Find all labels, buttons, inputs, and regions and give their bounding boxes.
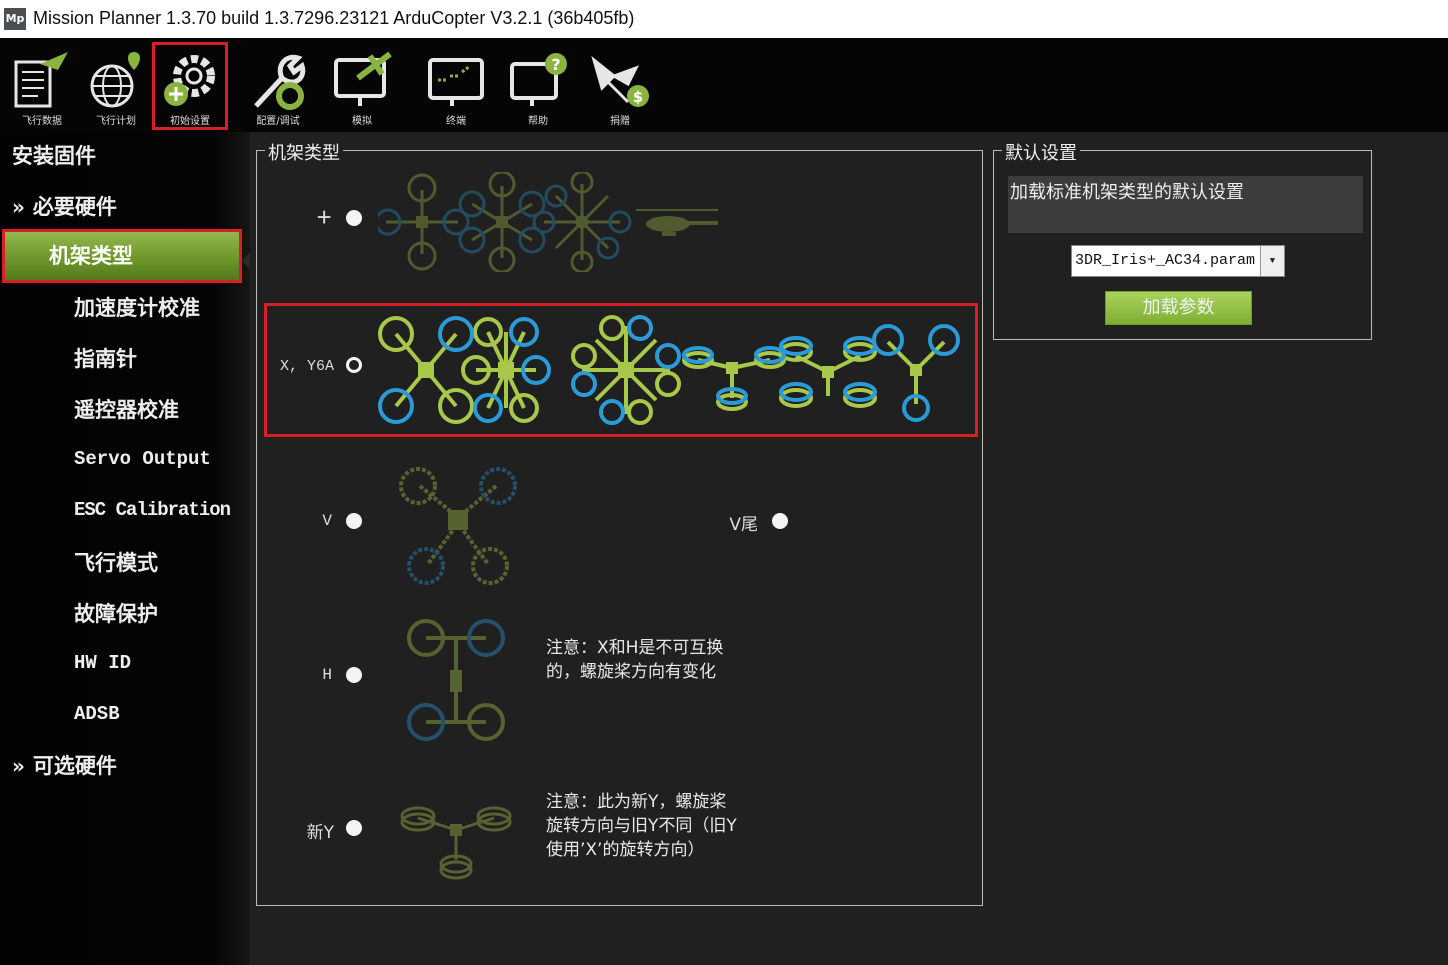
sidebar-item-label: 加速度计校准 — [74, 296, 200, 320]
toolbar-label: 模拟 — [352, 116, 372, 127]
sidebar-item-adsb[interactable]: ADSB — [0, 703, 248, 725]
toolbar-label: 终端 — [446, 116, 466, 127]
toolbar-terminal-button[interactable]: 终端 — [418, 42, 494, 130]
frame-radio-plus[interactable] — [346, 210, 362, 226]
sidebar-item-failsafe[interactable]: 故障保护 — [0, 598, 248, 628]
frame-radio-new-y[interactable] — [346, 820, 362, 836]
frame-type-group-title: 机架类型 — [265, 139, 343, 165]
donate-icon: $ — [591, 55, 649, 107]
new-y-frame-image — [400, 806, 512, 880]
sidebar-item-label: 机架类型 — [49, 244, 133, 268]
frame-option-label: + — [316, 204, 332, 234]
sidebar-item-label: 必要硬件 — [32, 195, 117, 219]
param-file-select[interactable]: 3DR_Iris+_AC34.param ▼ — [1071, 245, 1285, 277]
sidebar-item-label: 指南针 — [74, 347, 137, 371]
load-params-button[interactable]: 加载参数 — [1105, 291, 1252, 325]
sidebar-item-label: HW ID — [74, 652, 132, 674]
title-bar: Mp Mission Planner 1.3.70 build 1.3.7296… — [0, 0, 1448, 38]
toolbar-label: 初始设置 — [170, 116, 210, 127]
frame-type-page: 机架类型 + X, Y6A V V尾 H 注意：X和H是不可互换 的，螺旋桨方向… — [250, 132, 1448, 965]
svg-text:?: ? — [551, 55, 560, 74]
sidebar-item-esc-calibration[interactable]: ESC Calibration — [0, 499, 248, 521]
frame-option-label: X, Y6A — [279, 358, 334, 375]
param-file-select-value: 3DR_Iris+_AC34.param — [1075, 252, 1256, 269]
dropdown-arrow-icon[interactable]: ▼ — [1260, 246, 1284, 276]
setup-sidebar: 安装固件 » 必要硬件 机架类型 加速度计校准 指南针 遥控器校准 Servo O… — [0, 132, 250, 965]
sidebar-item-label: 可选硬件 — [32, 754, 117, 778]
svg-text:$: $ — [633, 88, 643, 106]
frame-radio-v[interactable] — [346, 513, 362, 529]
sidebar-item-flight-modes[interactable]: 飞行模式 — [0, 547, 248, 577]
sidebar-item-hw-id[interactable]: HW ID — [0, 652, 248, 674]
sidebar-item-label: 遥控器校准 — [74, 398, 179, 422]
config-tuning-icon — [254, 54, 306, 110]
toolbar-flight-plan-button[interactable]: 飞行计划 — [78, 42, 154, 130]
expand-arrow-icon: » — [12, 754, 25, 778]
v-frame-image — [399, 467, 517, 585]
simulation-icon — [334, 51, 392, 106]
frame-radio-x-y6a[interactable] — [346, 357, 362, 373]
sidebar-item-label: Servo Output — [74, 448, 211, 470]
note-line: 注意：X和H是不可互换 — [546, 638, 724, 658]
flight-plan-icon — [90, 52, 140, 108]
toolbar-flight-data-button[interactable]: 飞行数据 — [4, 42, 80, 130]
frame-radio-v-tail[interactable] — [772, 513, 788, 529]
toolbar-config-tuning-button[interactable]: 配置/调试 — [240, 42, 316, 130]
frame-option-label: V — [322, 512, 332, 530]
frame-option-label: V尾 — [729, 515, 758, 535]
frame-radio-h[interactable] — [346, 667, 362, 683]
selection-pointer-icon — [242, 252, 250, 270]
main-toolbar: 飞行数据 飞行计划 初始设置 配置/调试 模拟 终端 ? 帮助 $ 捐赠 — [0, 38, 1448, 132]
note-line: 注意：此为新Y，螺旋桨 — [546, 792, 727, 812]
toolbar-label: 捐赠 — [610, 116, 630, 127]
help-icon: ? — [510, 53, 567, 106]
sidebar-item-mandatory-hardware[interactable]: » 必要硬件 — [0, 191, 248, 221]
sidebar-item-accel-calibration[interactable]: 加速度计校准 — [0, 292, 248, 322]
new-y-frame-note: 注意：此为新Y，螺旋桨 旋转方向与旧Y不同（旧Y 使用’X’的旋转方向） — [546, 790, 737, 862]
note-line: 使用’X’的旋转方向） — [546, 840, 705, 860]
default-settings-title: 默认设置 — [1002, 139, 1080, 165]
toolbar-label: 飞行数据 — [22, 116, 62, 127]
x-frames-image — [378, 315, 960, 425]
toolbar-simulation-button[interactable]: 模拟 — [324, 42, 400, 130]
toolbar-help-button[interactable]: ? 帮助 — [500, 42, 576, 130]
frame-option-label: H — [322, 666, 332, 684]
sidebar-item-label: 飞行模式 — [74, 551, 158, 575]
plus-frames-image — [378, 172, 718, 272]
sidebar-item-label: 安装固件 — [12, 144, 96, 168]
toolbar-initial-setup-button[interactable]: 初始设置 — [152, 42, 228, 130]
expand-arrow-icon: » — [12, 195, 25, 219]
toolbar-label: 飞行计划 — [96, 116, 136, 127]
sidebar-item-compass[interactable]: 指南针 — [0, 343, 248, 373]
terminal-icon — [428, 58, 484, 106]
h-frame-image — [407, 619, 505, 741]
note-line: 的，螺旋桨方向有变化 — [546, 662, 716, 682]
h-frame-note: 注意：X和H是不可互换 的，螺旋桨方向有变化 — [546, 636, 723, 684]
toolbar-label: 帮助 — [528, 116, 548, 127]
sidebar-item-radio-calibration[interactable]: 遥控器校准 — [0, 394, 248, 424]
initial-setup-icon — [164, 55, 215, 106]
flight-data-icon — [14, 52, 68, 108]
sidebar-item-frame-type[interactable]: 机架类型 — [2, 229, 242, 283]
frame-option-label: 新Y — [306, 823, 334, 843]
window-title: Mission Planner 1.3.70 build 1.3.7296.23… — [33, 8, 635, 28]
sidebar-item-label: ADSB — [74, 703, 120, 725]
sidebar-item-label: 故障保护 — [74, 602, 158, 626]
sidebar-item-label: ESC Calibration — [74, 499, 231, 521]
sidebar-item-optional-hardware[interactable]: » 可选硬件 — [0, 750, 248, 780]
toolbar-label: 配置/调试 — [256, 116, 300, 127]
sidebar-item-servo-output[interactable]: Servo Output — [0, 448, 248, 470]
toolbar-donate-button[interactable]: $ 捐赠 — [582, 42, 658, 130]
note-line: 旋转方向与旧Y不同（旧Y — [546, 816, 737, 836]
sidebar-item-install-firmware[interactable]: 安装固件 — [0, 140, 248, 170]
default-settings-description: 加载标准机架类型的默认设置 — [1008, 176, 1363, 233]
app-logo-icon: Mp — [4, 8, 26, 30]
